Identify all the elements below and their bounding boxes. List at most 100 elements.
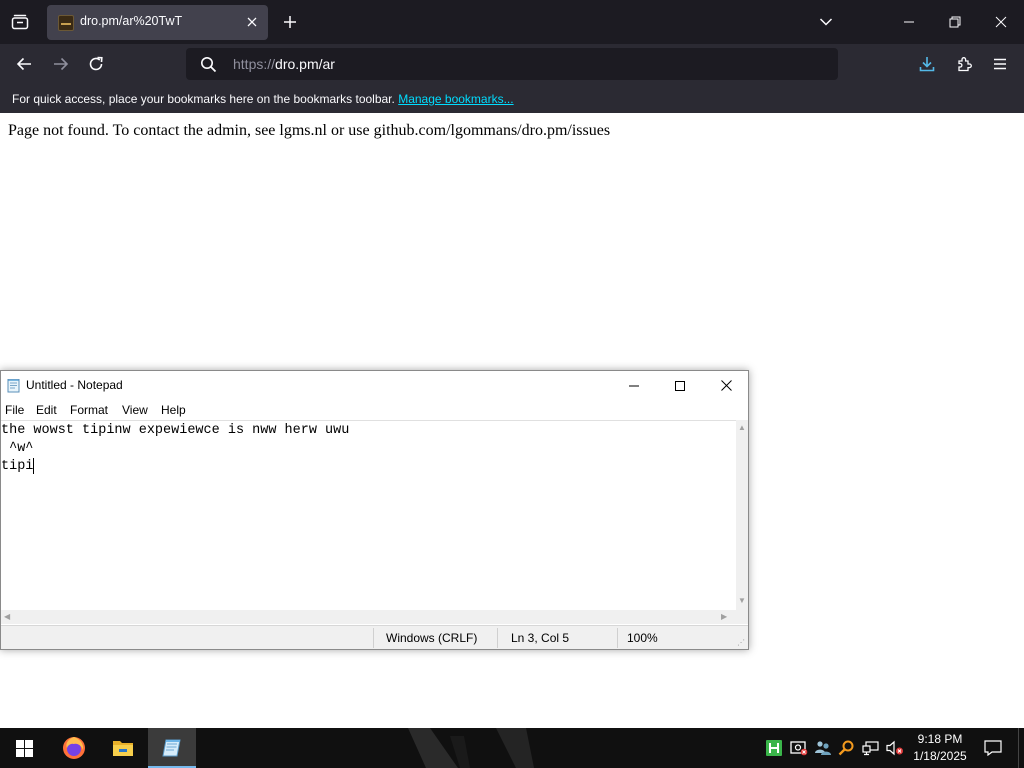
notepad-window[interactable]: Untitled - Notepad File Edit Format View… xyxy=(0,370,749,650)
tray-network[interactable] xyxy=(861,737,881,759)
bookmarks-hint: For quick access, place your bookmarks h… xyxy=(12,92,395,106)
close-icon xyxy=(720,380,732,391)
tray-hx[interactable] xyxy=(764,737,784,759)
forward-button[interactable] xyxy=(47,49,75,79)
menu-view[interactable]: View xyxy=(122,403,148,417)
network-icon xyxy=(862,741,879,756)
hamburger-menu-icon xyxy=(994,58,1006,70)
start-button[interactable] xyxy=(0,728,48,768)
puzzle-icon xyxy=(958,57,972,72)
notepad-icon xyxy=(7,379,20,393)
status-divider xyxy=(497,628,498,648)
menu-file[interactable]: File xyxy=(5,403,24,417)
notepad-menu-bar: File Edit Format View Help xyxy=(1,401,748,420)
text-line: ^w^ xyxy=(1,441,34,456)
browser-tab[interactable]: dro.pm/ar%20TwT xyxy=(47,5,268,40)
vertical-scrollbar[interactable]: ▲ ▼ xyxy=(736,420,748,610)
tray-people[interactable] xyxy=(813,737,833,759)
window-close-button[interactable] xyxy=(984,0,1018,44)
search-icon xyxy=(838,740,854,756)
window-restore-button[interactable] xyxy=(938,0,972,44)
reload-icon xyxy=(89,56,103,71)
people-icon xyxy=(815,741,831,755)
extensions-button[interactable] xyxy=(950,49,980,79)
text-line: the wowst tipinw expewiewce is nww herw … xyxy=(1,423,350,438)
tab-list-button[interactable] xyxy=(0,0,40,44)
notepad-minimize-button[interactable] xyxy=(611,371,657,400)
resize-grip-icon[interactable]: ⋰ xyxy=(737,638,745,647)
menu-format[interactable]: Format xyxy=(70,403,108,417)
manage-bookmarks-link[interactable]: Manage bookmarks... xyxy=(398,92,513,106)
url-scheme: https:// xyxy=(233,56,276,72)
volume-muted-icon xyxy=(886,740,903,756)
scroll-right-icon[interactable]: ▶ xyxy=(721,612,727,621)
tray-volume[interactable] xyxy=(885,737,905,759)
horizontal-scrollbar[interactable]: ◀ ▶ xyxy=(1,610,736,624)
window-minimize-button[interactable] xyxy=(892,0,926,44)
tab-title: dro.pm/ar%20TwT xyxy=(80,14,183,28)
scroll-down-icon[interactable]: ▼ xyxy=(738,596,746,605)
scroll-left-icon[interactable]: ◀ xyxy=(4,612,10,621)
forward-arrow-icon xyxy=(54,57,69,71)
bookmarks-toolbar-text: For quick access, place your bookmarks h… xyxy=(12,92,514,106)
clock-date: 1/18/2025 xyxy=(913,749,967,763)
hx-icon xyxy=(766,740,782,756)
notepad-text-area[interactable]: the wowst tipinw expewiewce is nww herw … xyxy=(1,420,736,610)
maximize-icon xyxy=(675,380,685,391)
security-icon xyxy=(790,741,808,756)
file-explorer-icon xyxy=(113,741,133,756)
plus-icon xyxy=(284,16,296,28)
windows-start-icon xyxy=(15,739,33,757)
tab-close-button[interactable] xyxy=(243,13,261,31)
notepad-icon xyxy=(162,739,181,757)
reload-button[interactable] xyxy=(82,49,110,79)
taskbar-file-explorer[interactable] xyxy=(99,728,147,768)
clock-time: 9:18 PM xyxy=(917,732,963,746)
page-not-found-message: Page not found. To contact the admin, se… xyxy=(8,122,611,139)
notepad-maximize-button[interactable] xyxy=(657,371,703,400)
minimize-icon xyxy=(904,21,914,23)
taskbar-firefox[interactable] xyxy=(50,728,98,768)
show-desktop-button[interactable] xyxy=(1018,728,1024,768)
url-text[interactable]: https://dro.pm/ar xyxy=(233,56,335,72)
notification-icon xyxy=(984,740,1002,756)
status-cursor-position: Ln 3, Col 5 xyxy=(511,631,570,645)
taskbar-clock[interactable]: 9:18 PM 1/18/2025 xyxy=(910,731,970,765)
browser-nav-bar: https://dro.pm/ar xyxy=(0,44,1024,85)
menu-help[interactable]: Help xyxy=(161,403,186,417)
url-bar[interactable]: https://dro.pm/ar xyxy=(186,48,838,80)
scroll-up-icon[interactable]: ▲ xyxy=(738,423,746,432)
tray-search[interactable] xyxy=(836,737,856,759)
restore-icon xyxy=(949,16,961,28)
minimize-icon xyxy=(629,385,639,386)
new-tab-button[interactable] xyxy=(276,7,304,37)
text-caret xyxy=(33,458,34,474)
taskbar-notepad[interactable] xyxy=(148,728,196,768)
notepad-status-bar: Windows (CRLF) Ln 3, Col 5 100% ⋰ xyxy=(1,625,748,649)
download-icon xyxy=(919,57,935,72)
app-menu-button[interactable] xyxy=(986,49,1014,79)
status-divider xyxy=(617,628,618,648)
chevron-down-icon xyxy=(819,18,833,26)
bookmarks-toolbar: For quick access, place your bookmarks h… xyxy=(0,85,1024,113)
wallpaper-glimpse xyxy=(408,728,534,768)
taskbar: 9:18 PM 1/18/2025 xyxy=(0,728,1024,768)
scrollbar-corner xyxy=(736,610,748,624)
tab-list-icon xyxy=(11,14,29,30)
status-divider xyxy=(373,628,374,648)
notepad-title-bar[interactable]: Untitled - Notepad xyxy=(1,371,748,401)
browser-tab-bar: dro.pm/ar%20TwT xyxy=(0,0,1024,44)
back-arrow-icon xyxy=(16,57,31,71)
search-icon xyxy=(201,57,217,73)
firefox-icon xyxy=(63,737,85,759)
menu-edit[interactable]: Edit xyxy=(36,403,57,417)
status-zoom: 100% xyxy=(627,631,658,645)
list-all-tabs-button[interactable] xyxy=(812,7,840,37)
back-button[interactable] xyxy=(10,49,38,79)
action-center-button[interactable] xyxy=(978,728,1008,768)
tray-security[interactable] xyxy=(789,737,809,759)
notepad-close-button[interactable] xyxy=(703,371,749,400)
close-icon xyxy=(247,17,257,27)
close-icon xyxy=(995,16,1007,28)
downloads-button[interactable] xyxy=(912,49,942,79)
